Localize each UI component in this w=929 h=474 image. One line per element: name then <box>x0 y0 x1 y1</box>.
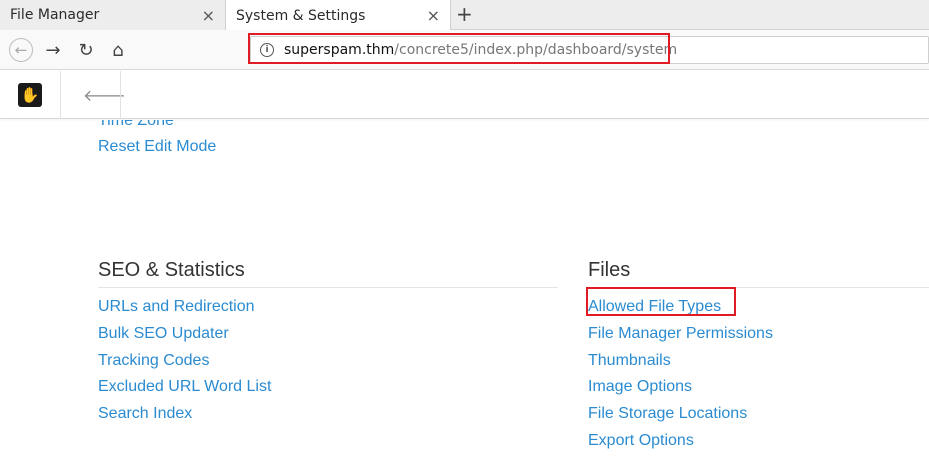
link-urls-redirection[interactable]: URLs and Redirection <box>98 298 255 316</box>
reload-icon[interactable]: ↻ <box>74 38 98 62</box>
toolbar-divider <box>120 71 121 119</box>
tab-system-settings[interactable]: System & Settings × <box>226 0 451 31</box>
link-bulk-seo-updater[interactable]: Bulk SEO Updater <box>98 325 229 343</box>
close-icon[interactable]: × <box>427 6 440 25</box>
close-icon[interactable]: × <box>202 6 215 25</box>
link-search-index[interactable]: Search Index <box>98 405 192 423</box>
link-excluded-url-word-list[interactable]: Excluded URL Word List <box>98 378 271 396</box>
section-title-files: Files <box>588 259 631 281</box>
tab-file-manager[interactable]: File Manager × <box>0 0 226 30</box>
link-tracking-codes[interactable]: Tracking Codes <box>98 352 209 370</box>
section-divider <box>98 287 558 288</box>
link-export-options[interactable]: Export Options <box>588 432 694 450</box>
concrete-logo-icon[interactable]: ✋ <box>18 83 42 107</box>
tab-label: System & Settings <box>236 7 366 24</box>
link-thumbnails[interactable]: Thumbnails <box>588 352 671 370</box>
forward-arrow-icon[interactable]: → <box>41 38 65 62</box>
toolbar-divider <box>60 71 61 119</box>
link-time-zone[interactable]: Time Zone <box>98 120 174 130</box>
new-tab-icon[interactable]: + <box>456 2 473 26</box>
link-reset-edit-mode[interactable]: Reset Edit Mode <box>98 138 216 156</box>
url-highlight-box <box>248 33 670 64</box>
browser-tab-bar: File Manager × System & Settings × + <box>0 0 929 31</box>
concrete-toolbar: ✋ 🡐 <box>0 71 929 119</box>
link-file-manager-permissions[interactable]: File Manager Permissions <box>588 325 773 343</box>
back-arrow-icon[interactable]: ← <box>9 38 33 62</box>
section-title-seo: SEO & Statistics <box>98 259 245 281</box>
dashboard-content: Time Zone Reset Edit Mode SEO & Statisti… <box>0 120 929 474</box>
home-icon[interactable]: ⌂ <box>106 38 130 62</box>
tab-label: File Manager <box>10 7 100 23</box>
link-image-options[interactable]: Image Options <box>588 378 692 396</box>
allowed-file-types-highlight-box <box>586 287 736 316</box>
link-file-storage-locations[interactable]: File Storage Locations <box>588 405 747 423</box>
